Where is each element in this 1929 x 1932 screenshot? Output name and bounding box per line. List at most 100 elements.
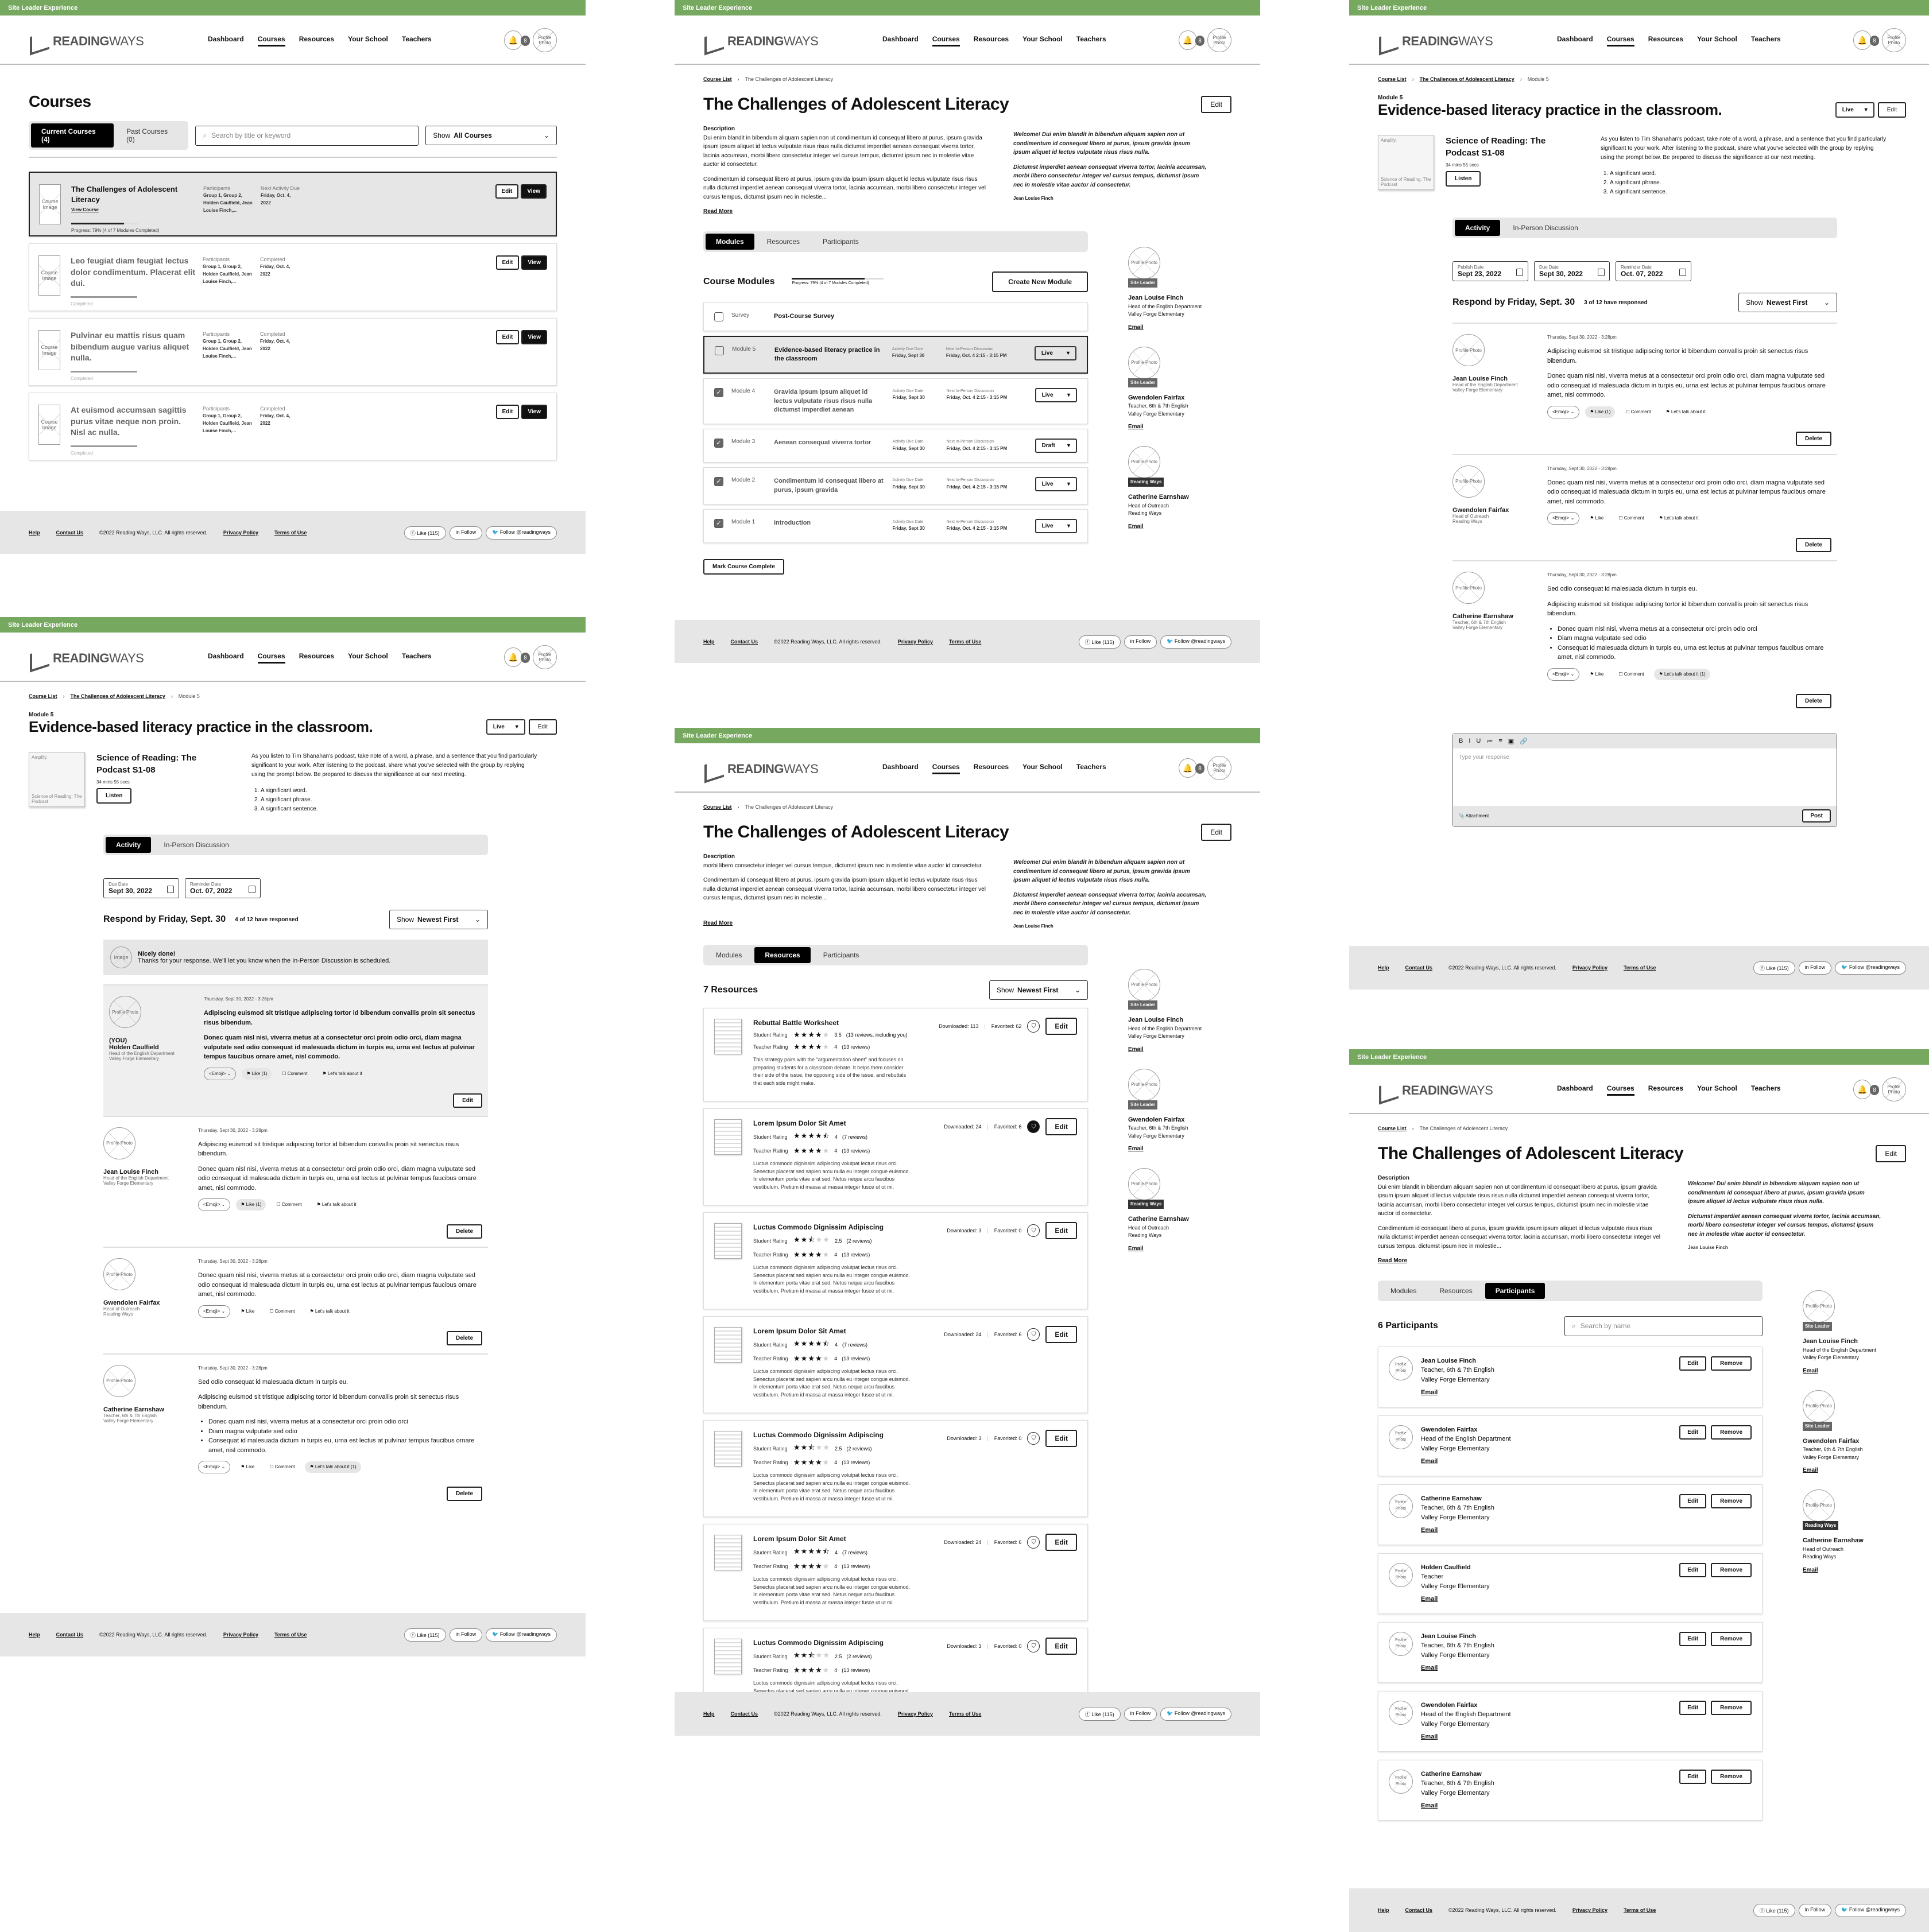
module-checkbox[interactable]: ✓: [714, 519, 723, 529]
profile-photo-button[interactable]: Profile Photo: [533, 28, 557, 52]
module-checkbox[interactable]: ✓: [714, 388, 723, 398]
email-link[interactable]: Email: [1128, 323, 1231, 332]
footer-contact-link[interactable]: Contact Us: [731, 639, 758, 645]
profile-photo-button[interactable]: Profile Photo: [1207, 756, 1231, 780]
comment-button[interactable]: ☐ Comment: [1614, 669, 1648, 680]
nav-your-school[interactable]: Your School: [348, 35, 388, 46]
resource-title[interactable]: Luctus Commodo Dignissim Adipiscing: [753, 1223, 935, 1231]
resource-title[interactable]: Lorem Ipsum Dolor Sit Amet: [753, 1327, 932, 1335]
talk-about-it-button[interactable]: ⚑ Let's talk about it (1): [305, 1461, 361, 1473]
notifications-button[interactable]: 🔔 8: [1179, 30, 1204, 50]
email-link[interactable]: Email: [1128, 1244, 1231, 1253]
module-row[interactable]: ✓ Module 4 Gravida ipsum ipsum aliquet id …: [703, 378, 1088, 425]
breadcrumb-link[interactable]: Course List: [29, 693, 57, 699]
edit-course-button[interactable]: Edit: [1876, 1145, 1906, 1162]
course-filter-select[interactable]: Show All Courses ⌄: [425, 126, 557, 145]
nav-dashboard[interactable]: Dashboard: [882, 35, 919, 46]
talk-about-it-button[interactable]: ⚑ Let's talk about it: [1661, 406, 1710, 418]
emoji-picker[interactable]: <Emoji> ⌄: [198, 1461, 231, 1473]
like-button[interactable]: ⚑ Like (1): [236, 1199, 266, 1211]
module-row[interactable]: ✓ Module 2 Condimentum id consequat libero…: [703, 467, 1088, 505]
delete-button[interactable]: Delete: [1795, 431, 1831, 446]
nav-your-school[interactable]: Your School: [1697, 1084, 1737, 1096]
remove-button[interactable]: Remove: [1711, 1700, 1752, 1715]
module-checkbox[interactable]: ✓: [714, 477, 723, 487]
module-status-select[interactable]: Live ▾: [1035, 519, 1077, 534]
edit-button[interactable]: Edit: [1045, 1222, 1077, 1240]
footer-privacy-link[interactable]: Privacy Policy: [223, 530, 258, 536]
emoji-picker[interactable]: <Emoji> ⌄: [1547, 512, 1580, 525]
edit-button[interactable]: Edit: [495, 184, 519, 199]
date-field-reminder-date[interactable]: Reminder Date Oct. 07, 2022: [1616, 261, 1691, 281]
twitter-follow-button[interactable]: 🐦 Follow @readingways: [1160, 1707, 1231, 1721]
breadcrumb-link[interactable]: The Challenges of Adolescent Literacy: [1420, 76, 1514, 82]
edit-response-button[interactable]: Edit: [453, 1093, 482, 1108]
bookmark-icon[interactable]: ⛉: [1027, 1120, 1040, 1134]
edit-button[interactable]: Edit: [495, 405, 520, 419]
module-status-select[interactable]: Live ▾: [1835, 102, 1874, 118]
nav-resources[interactable]: Resources: [299, 652, 334, 664]
read-more-link[interactable]: Read More: [1378, 1256, 1665, 1266]
edit-button[interactable]: Edit: [495, 330, 520, 344]
email-link[interactable]: Email: [1128, 422, 1231, 431]
edit-course-button[interactable]: Edit: [1201, 824, 1231, 841]
tab-modules[interactable]: Modules: [706, 233, 754, 250]
footer-help-link[interactable]: Help: [703, 639, 715, 645]
nav-courses[interactable]: Courses: [1606, 1084, 1634, 1096]
email-link[interactable]: Email: [1421, 1457, 1511, 1467]
comment-button[interactable]: ☐ Comment: [1614, 513, 1648, 524]
module-row[interactable]: Survey Post-Course Survey: [703, 302, 1088, 331]
tab-resources[interactable]: Resources: [1429, 1283, 1482, 1299]
edit-button[interactable]: Edit: [1679, 1425, 1707, 1440]
email-link[interactable]: Email: [1803, 1367, 1906, 1375]
breadcrumb-link[interactable]: Course List: [1378, 76, 1407, 82]
tab-activity[interactable]: Activity: [106, 837, 152, 853]
nav-your-school[interactable]: Your School: [1022, 35, 1063, 46]
nav-dashboard[interactable]: Dashboard: [1557, 35, 1593, 46]
logo[interactable]: READINGWAYS: [1378, 30, 1493, 52]
date-field-reminder-date[interactable]: Reminder Date Oct. 07, 2022: [185, 878, 261, 898]
edit-button[interactable]: Edit: [1045, 1638, 1077, 1655]
delete-button[interactable]: Delete: [446, 1330, 482, 1345]
view-button[interactable]: View: [521, 184, 547, 199]
comment-button[interactable]: ☐ Comment: [265, 1306, 299, 1317]
footer-privacy-link[interactable]: Privacy Policy: [223, 1632, 258, 1638]
email-link[interactable]: Email: [1421, 1388, 1494, 1398]
email-link[interactable]: Email: [1421, 1801, 1494, 1811]
course-search-input[interactable]: ⌕ Search by title or keyword: [195, 125, 419, 146]
date-field-due-date[interactable]: Due Date Sept 30, 2022: [103, 878, 179, 898]
view-button[interactable]: View: [521, 330, 547, 344]
resource-preview-image[interactable]: [714, 1327, 742, 1363]
notifications-button[interactable]: 🔔 8: [1853, 30, 1879, 50]
tab-participants[interactable]: Participants: [1485, 1282, 1545, 1299]
emoji-picker[interactable]: <Emoji> ⌄: [198, 1198, 231, 1211]
nav-courses[interactable]: Courses: [257, 652, 285, 664]
twitter-follow-button[interactable]: 🐦 Follow @readingways: [486, 1628, 557, 1642]
delete-button[interactable]: Delete: [1795, 693, 1831, 708]
module-status-select[interactable]: Live ▾: [1035, 388, 1077, 403]
breadcrumb-link[interactable]: Course List: [703, 804, 732, 810]
footer-help-link[interactable]: Help: [703, 1711, 715, 1717]
email-link[interactable]: Email: [1128, 522, 1231, 531]
nav-teachers[interactable]: Teachers: [1076, 763, 1106, 774]
module-checkbox[interactable]: [715, 346, 724, 355]
comment-button[interactable]: ☐ Comment: [277, 1068, 312, 1080]
email-link[interactable]: Email: [1803, 1566, 1906, 1574]
resource-preview-image[interactable]: [714, 1431, 742, 1467]
bookmark-icon[interactable]: ⛉: [1027, 1536, 1040, 1549]
module-status-select[interactable]: Live ▾: [1034, 346, 1076, 360]
remove-button[interactable]: Remove: [1711, 1631, 1752, 1646]
footer-contact-link[interactable]: Contact Us: [1405, 965, 1433, 971]
nav-teachers[interactable]: Teachers: [402, 35, 432, 46]
comment-button[interactable]: ☐ Comment: [265, 1461, 299, 1473]
tab-in-person-discussion[interactable]: In-Person Discussion: [1502, 220, 1588, 236]
footer-help-link[interactable]: Help: [29, 530, 40, 536]
resource-preview-image[interactable]: [714, 1535, 742, 1571]
resource-title[interactable]: Lorem Ipsum Dolor Sit Amet: [753, 1535, 932, 1543]
tab-in-person-discussion[interactable]: In-Person Discussion: [153, 837, 239, 853]
module-status-select[interactable]: Live ▾: [486, 719, 525, 735]
view-button[interactable]: View: [521, 405, 547, 419]
emoji-picker[interactable]: <Emoji> ⌄: [1547, 668, 1580, 681]
footer-terms-link[interactable]: Terms of Use: [949, 639, 981, 645]
nav-resources[interactable]: Resources: [299, 35, 334, 46]
